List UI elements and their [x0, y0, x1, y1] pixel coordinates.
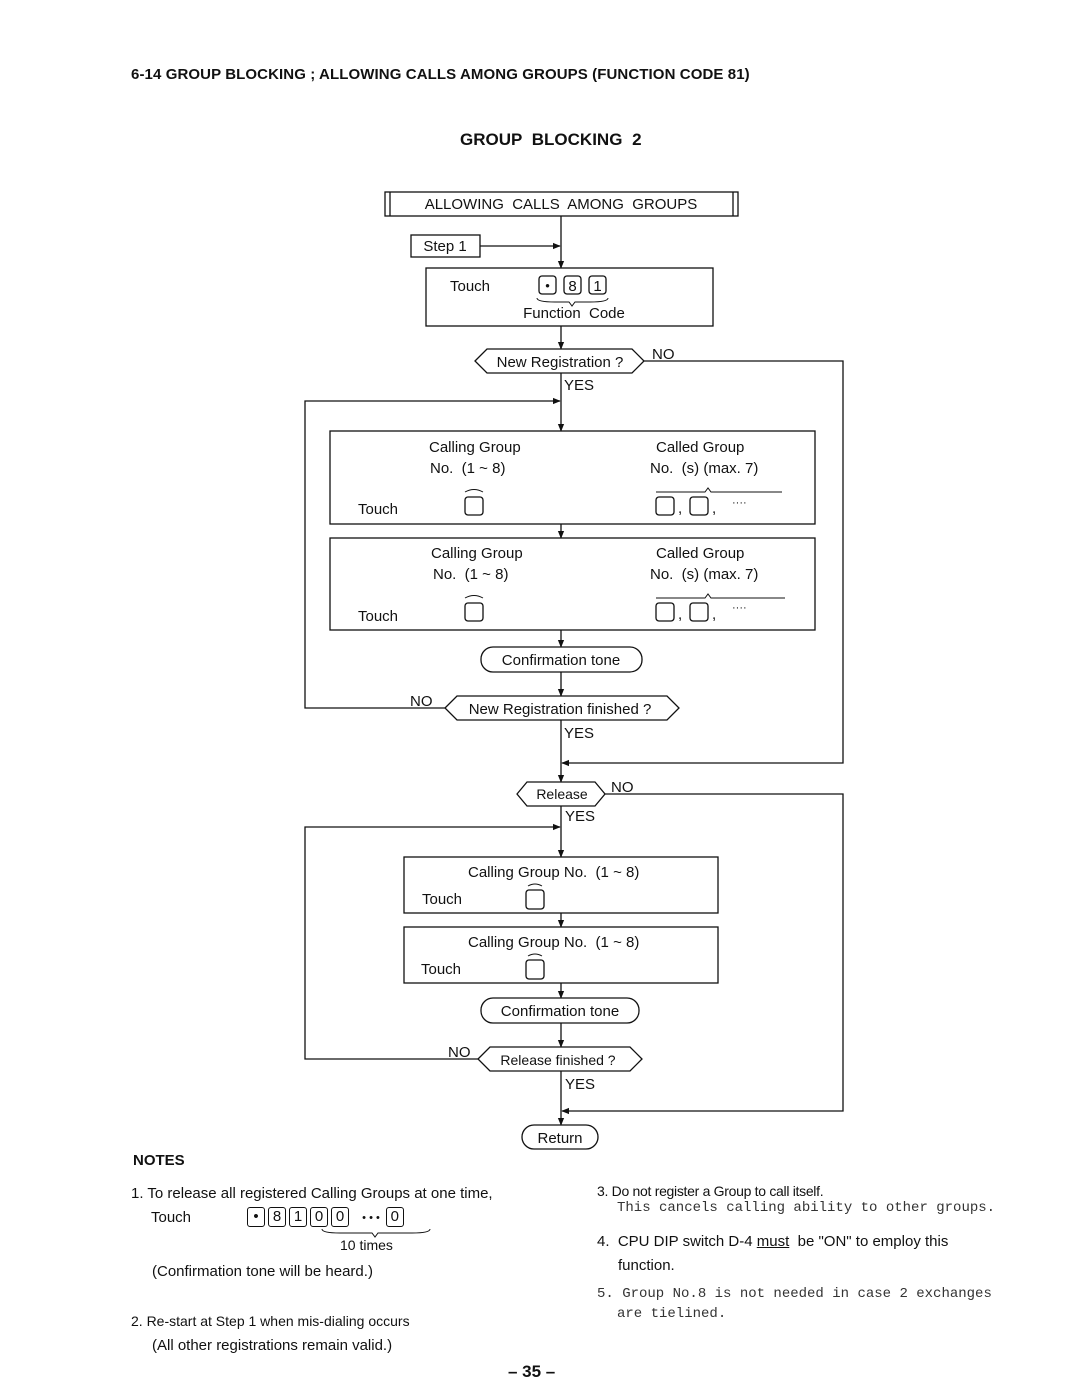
touch-label: Touch	[358, 608, 398, 625]
separator: ,	[712, 500, 716, 517]
note-4-prefix: 4. CPU DIP switch D-4	[597, 1233, 757, 1250]
release-finished-label: Release finished ?	[500, 1052, 615, 1068]
key-1-label: 1	[593, 278, 601, 295]
note-4-line1: 4. CPU DIP switch D-4 must be "ON" to em…	[597, 1233, 948, 1250]
note-4-suffix: be "ON" to employ this	[789, 1233, 949, 1250]
confirmation-tone-label: Confirmation tone	[502, 652, 620, 669]
note-1-text: 1. To release all registered Calling Gro…	[131, 1185, 493, 1202]
release-label: Release	[536, 786, 588, 802]
function-code-caption: Function Code	[523, 305, 625, 322]
calling-key-1	[464, 496, 484, 516]
touch-label: Touch	[450, 278, 490, 295]
yes-label-2: YES	[564, 725, 594, 742]
called-key-1b	[689, 496, 709, 516]
no-label-2: NO	[410, 693, 433, 710]
step-label: Step 1	[423, 238, 466, 255]
called-key-2b	[689, 602, 709, 622]
note-2-line2: (All other registrations remain valid.)	[152, 1337, 393, 1354]
called-group-label: Called Group	[656, 439, 744, 456]
touch-label: Touch	[421, 961, 461, 978]
dots: • • •	[362, 1211, 380, 1224]
note-1-keys: • 8 1 0 0 • • • 0	[247, 1207, 407, 1227]
touch-label: Touch	[422, 891, 462, 908]
called-group-range: No. (s) (max. 7)	[650, 460, 758, 477]
note-5-line2: are tielined.	[617, 1306, 727, 1322]
page-number: – 35 –	[508, 1362, 556, 1381]
yes-label-1: YES	[564, 377, 594, 394]
note-4-line2: function.	[618, 1257, 675, 1274]
new-registration-finished-label: New Registration finished ?	[469, 701, 652, 718]
yes-label-3: YES	[565, 808, 595, 825]
calling-group-label: Calling Group	[431, 545, 523, 562]
note-1-touch: Touch	[151, 1209, 192, 1226]
ellipsis: ····	[732, 497, 747, 509]
note-1-after: (Confirmation tone will be heard.)	[152, 1263, 373, 1280]
key: 1	[289, 1207, 307, 1227]
key: 0	[331, 1207, 349, 1227]
called-group-label: Called Group	[656, 545, 744, 562]
note-4-emphasis: must	[756, 1233, 790, 1250]
touch-label: Touch	[358, 501, 398, 518]
calling-key-2	[464, 602, 484, 622]
key: 0	[385, 1207, 404, 1227]
key: 0	[310, 1207, 328, 1227]
separator: ,	[678, 606, 682, 623]
start-label: ALLOWING CALLS AMONG GROUPS	[425, 196, 698, 213]
ellipsis: ····	[732, 602, 747, 614]
no-label-4: NO	[448, 1044, 471, 1061]
no-label-1: NO	[652, 346, 675, 363]
key: •	[247, 1207, 265, 1227]
key-dot-label: •	[545, 278, 550, 293]
release-calling-label: Calling Group No. (1 ~ 8)	[468, 864, 639, 881]
no-label-3: NO	[611, 779, 634, 796]
key: 8	[268, 1207, 286, 1227]
calling-group-range: No. (1 ~ 8)	[433, 566, 508, 583]
note-3-line1: 3. Do not register a Group to call itsel…	[597, 1183, 824, 1199]
repeat-caption: 10 times	[340, 1237, 393, 1253]
called-key-1a	[655, 496, 675, 516]
key-8-label: 8	[568, 278, 576, 295]
confirmation-tone-label: Confirmation tone	[501, 1003, 619, 1020]
notes-title: NOTES	[133, 1152, 185, 1169]
separator: ,	[678, 500, 682, 517]
release-key-1	[525, 889, 545, 910]
new-registration-label: New Registration ?	[497, 354, 624, 371]
release-key-2	[525, 959, 545, 980]
yes-label-4: YES	[565, 1076, 595, 1093]
note-5-line1: 5. Group No.8 is not needed in case 2 ex…	[597, 1286, 992, 1302]
calling-group-label: Calling Group	[429, 439, 521, 456]
return-label: Return	[537, 1130, 582, 1147]
called-key-2a	[655, 602, 675, 622]
release-calling-label: Calling Group No. (1 ~ 8)	[468, 934, 639, 951]
separator: ,	[712, 606, 716, 623]
calling-group-range: No. (1 ~ 8)	[430, 460, 505, 477]
note-3-line2: This cancels calling ability to other gr…	[617, 1200, 996, 1216]
called-group-range: No. (s) (max. 7)	[650, 566, 758, 583]
note-2-line1: 2. Re-start at Step 1 when mis-dialing o…	[131, 1313, 410, 1329]
